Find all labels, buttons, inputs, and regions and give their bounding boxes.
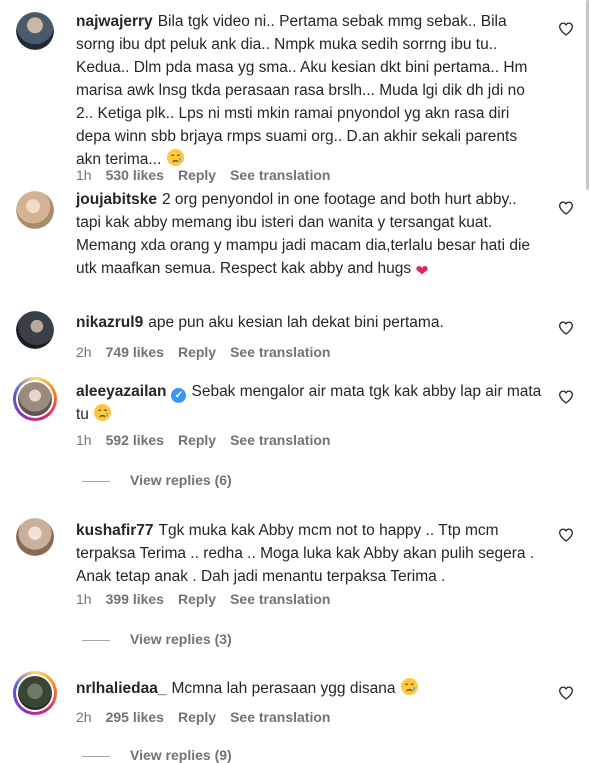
heart-outline-icon[interactable] — [558, 389, 574, 405]
comment-username[interactable]: kushafir77 — [76, 522, 154, 539]
view-replies-button[interactable]: View replies (3) — [82, 631, 232, 647]
divider-line — [82, 480, 110, 482]
comment-username[interactable]: joujabitske — [76, 191, 157, 208]
avatar[interactable] — [16, 311, 54, 349]
likes-count[interactable]: 749 likes — [106, 344, 164, 360]
see-translation-button[interactable]: See translation — [230, 709, 330, 725]
reply-button[interactable]: Reply — [178, 432, 216, 448]
reply-button[interactable]: Reply — [178, 709, 216, 725]
comment-text: najwajerry Bila tgk video ni.. Pertama se… — [76, 10, 544, 171]
see-translation-button[interactable]: See translation — [230, 344, 330, 360]
comment-time: 1h — [76, 591, 92, 607]
comment-text: kushafir77 Tgk muka kak Abby mcm not to h… — [76, 519, 544, 588]
likes-count[interactable]: 399 likes — [106, 591, 164, 607]
crying-face-emoji — [400, 677, 419, 696]
see-translation-button[interactable]: See translation — [230, 167, 330, 183]
avatar[interactable] — [16, 191, 54, 229]
comment-time: 2h — [76, 709, 92, 725]
comment-body: Bila tgk video ni.. Pertama sebak mmg se… — [76, 13, 528, 168]
reply-button[interactable]: Reply — [178, 167, 216, 183]
comment-body: ape pun aku kesian lah dekat bini pertam… — [148, 314, 444, 331]
heart-outline-icon[interactable] — [558, 320, 574, 336]
crying-face-emoji — [93, 403, 112, 422]
view-replies-label: View replies (6) — [130, 472, 232, 488]
likes-count[interactable]: 592 likes — [106, 432, 164, 448]
comment-meta: 2h 749 likes Reply See translation — [76, 344, 344, 360]
avatar[interactable] — [16, 12, 54, 50]
avatar[interactable] — [13, 671, 57, 715]
comment-text: joujabitske 2 org penyondol in one footag… — [76, 188, 544, 283]
comment-meta: 1h 530 likes Reply See translation — [76, 167, 344, 183]
comment-time: 2h — [76, 344, 92, 360]
see-translation-button[interactable]: See translation — [230, 432, 330, 448]
comment-username[interactable]: nikazrul9 — [76, 314, 143, 331]
comment-text: aleeyazailan ✓ Sebak mengalor air mata tgk… — [76, 380, 544, 426]
comment-text: nikazrul9 ape pun aku kesian lah dekat bi… — [76, 311, 544, 334]
heart-outline-icon[interactable] — [558, 527, 574, 543]
comment-username[interactable]: nrlhaliedaa_ — [76, 680, 166, 697]
likes-count[interactable]: 295 likes — [106, 709, 164, 725]
comment-meta: 1h 592 likes Reply See translation — [76, 432, 344, 448]
heart-outline-icon[interactable] — [558, 200, 574, 216]
comment-time: 1h — [76, 432, 92, 448]
view-replies-button[interactable]: View replies (9) — [82, 747, 232, 763]
red-heart-emoji: ❤ — [415, 263, 429, 280]
comment-time: 1h — [76, 167, 92, 183]
comment-meta: 1h 399 likes Reply See translation — [76, 591, 344, 607]
comment-username[interactable]: aleeyazailan — [76, 383, 166, 400]
heart-outline-icon[interactable] — [558, 21, 574, 37]
reply-button[interactable]: Reply — [178, 591, 216, 607]
avatar[interactable] — [16, 518, 54, 556]
avatar[interactable] — [13, 377, 57, 421]
see-translation-button[interactable]: See translation — [230, 591, 330, 607]
comment-text: nrlhaliedaa_ Mcmna lah perasaan ygg disan… — [76, 677, 544, 700]
view-replies-label: View replies (3) — [130, 631, 232, 647]
comment-username[interactable]: najwajerry — [76, 13, 153, 30]
likes-count[interactable]: 530 likes — [106, 167, 164, 183]
scrollbar[interactable] — [586, 0, 589, 190]
heart-outline-icon[interactable] — [558, 685, 574, 701]
divider-line — [82, 639, 110, 641]
view-replies-label: View replies (9) — [130, 747, 232, 763]
comment-body: Mcmna lah perasaan ygg disana — [171, 680, 396, 697]
crying-face-emoji — [166, 148, 185, 167]
comment-meta: 2h 295 likes Reply See translation — [76, 709, 344, 725]
reply-button[interactable]: Reply — [178, 344, 216, 360]
verified-badge-icon: ✓ — [171, 388, 187, 403]
view-replies-button[interactable]: View replies (6) — [82, 472, 232, 488]
